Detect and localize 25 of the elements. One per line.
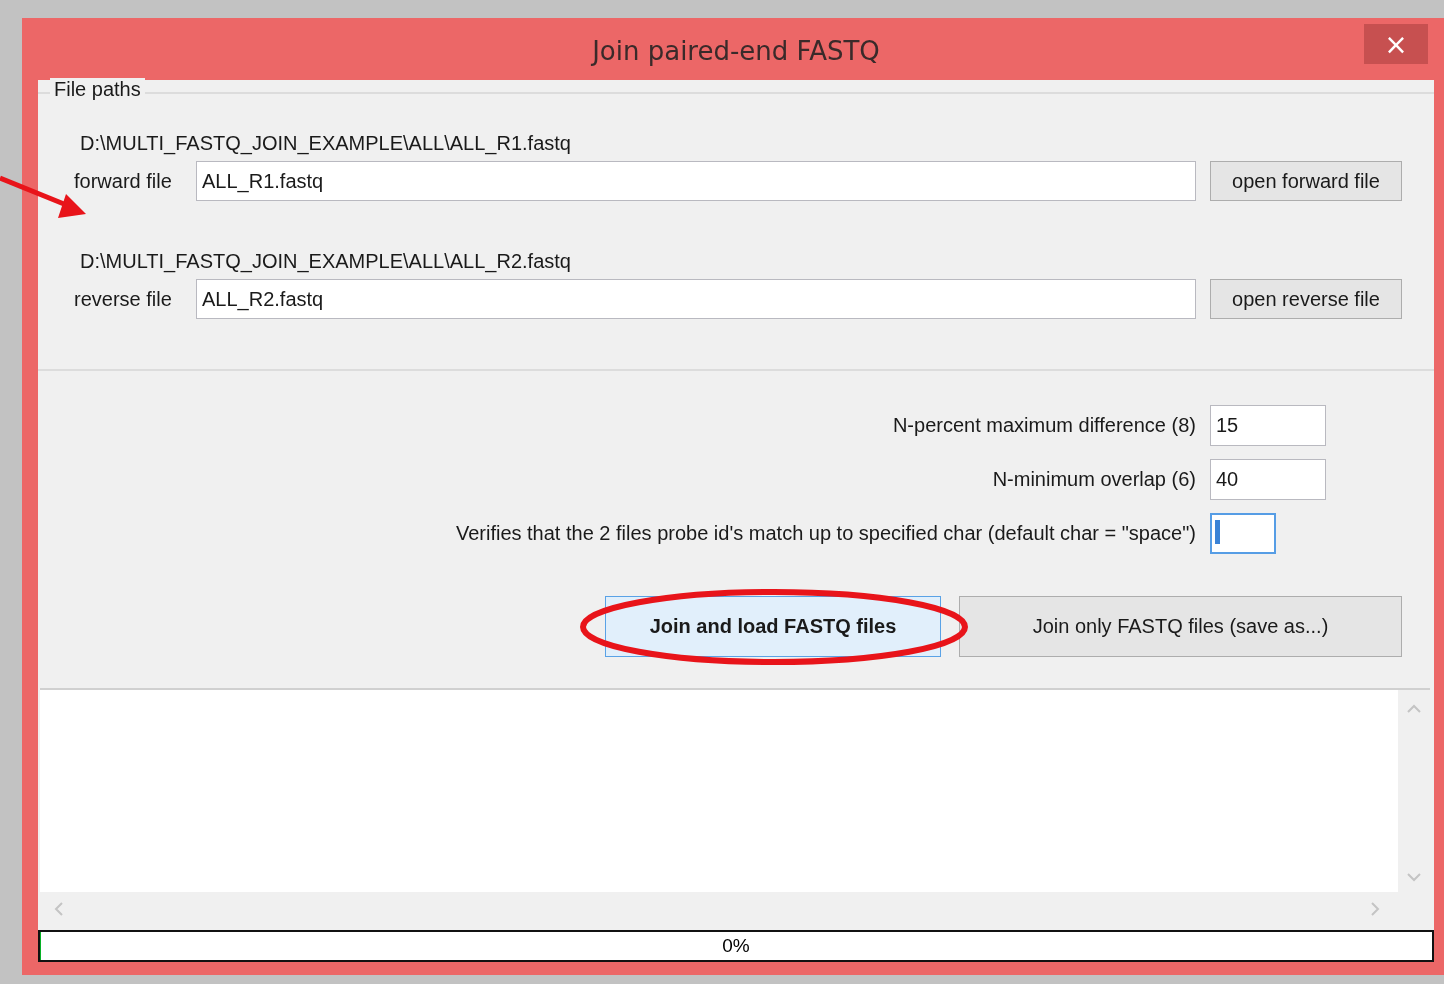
file-path: D:\MULTI_FASTQ_JOIN_EXAMPLE\ALL\ALL_R1.fastq [80, 132, 572, 155]
file-field[interactable]: ALL_R2.fastq [196, 279, 1196, 319]
window-title: Join paired-end FASTQ [592, 36, 880, 66]
input-field[interactable]: 40 [1210, 459, 1326, 500]
input-field[interactable] [1210, 513, 1276, 554]
parameter-label: N-minimum overlap (6) [991, 468, 1197, 491]
group-legend: File paths [50, 78, 145, 101]
open-file-button[interactable]: open forward file [1210, 161, 1402, 201]
scroll-up-icon[interactable] [1407, 704, 1421, 713]
file-path: D:\MULTI_FASTQ_JOIN_EXAMPLE\ALL\ALL_R2.fastq [80, 250, 572, 273]
file-field[interactable]: ALL_R1.fastq [196, 161, 1196, 201]
close-button[interactable]: × [1364, 24, 1428, 64]
open-file-button[interactable]: open reverse file [1210, 279, 1402, 319]
action-button[interactable]: Join and load FASTQ files [605, 596, 941, 657]
field-label: forward file [74, 169, 173, 193]
progress-text: 0% [722, 935, 750, 957]
scroll-right-icon[interactable] [1371, 902, 1380, 916]
scroll-left-icon[interactable] [54, 902, 63, 916]
input-field[interactable]: 15 [1210, 405, 1326, 446]
text-cursor [1215, 520, 1220, 544]
parameter-label: N-percent maximum difference (8) [891, 414, 1197, 437]
action-button[interactable]: Join only FASTQ files (save as...) [959, 596, 1402, 657]
parameter-label: Verifies that the 2 files probe id's match up to specified char (default char = "space") [454, 522, 1197, 545]
scroll-down-icon[interactable] [1407, 873, 1421, 882]
field-label: reverse file [74, 287, 173, 311]
